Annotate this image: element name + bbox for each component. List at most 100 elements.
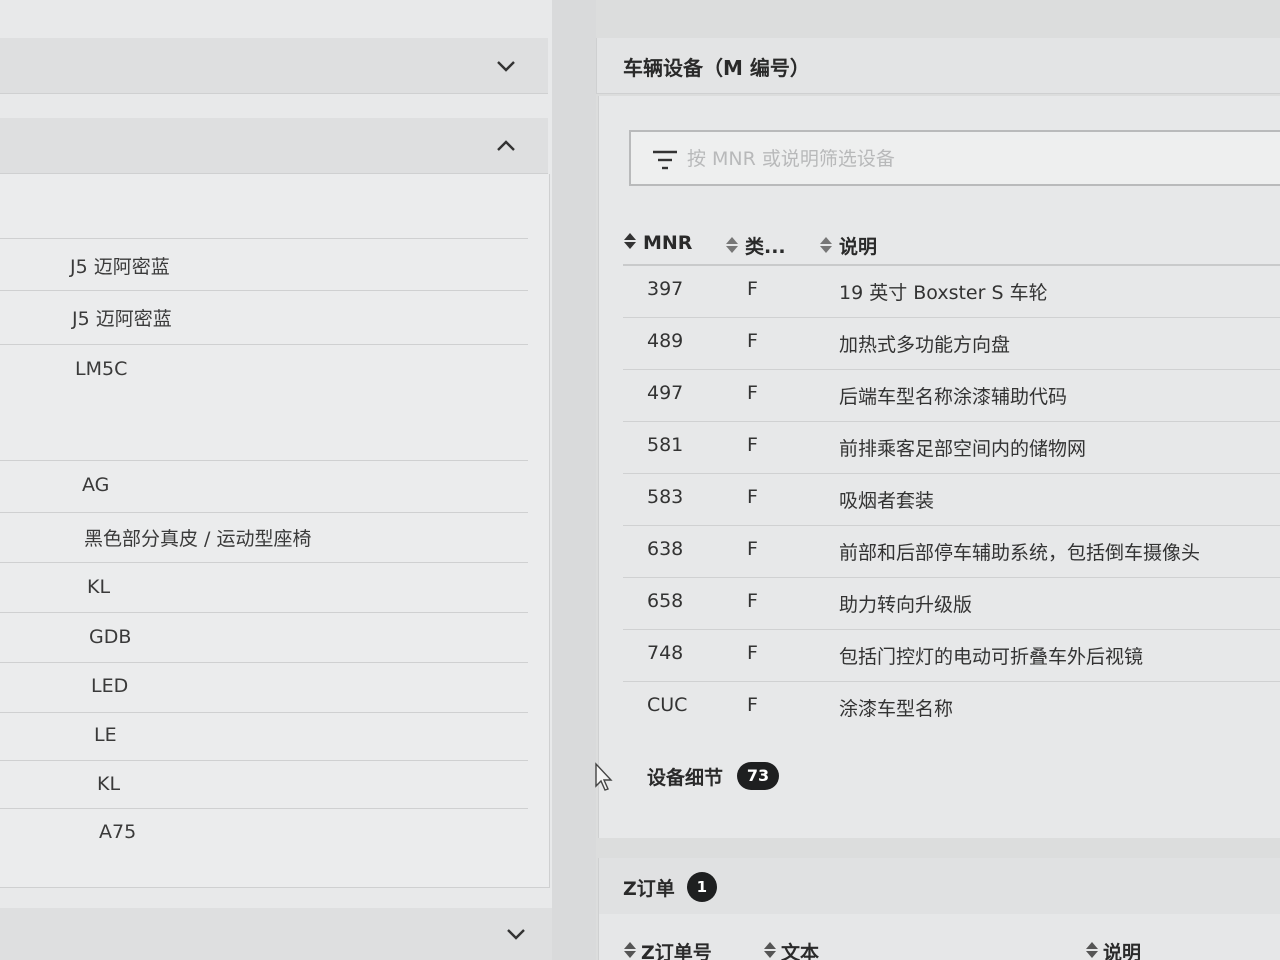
list-item: KL bbox=[97, 773, 121, 795]
z-order-count-badge: 1 bbox=[686, 872, 717, 902]
cell-type: F bbox=[747, 382, 758, 404]
column-header-label: 说明 bbox=[1103, 942, 1142, 960]
section-title: 车辆设备（M 编号） bbox=[623, 56, 810, 80]
cell-mnr: 658 bbox=[647, 590, 684, 612]
left-section-header-collapsed[interactable] bbox=[0, 38, 548, 94]
left-section-header-expanded[interactable] bbox=[0, 118, 548, 174]
column-header-label: 说明 bbox=[839, 236, 878, 258]
cell-desc: 涂漆车型名称 bbox=[839, 698, 954, 720]
table-row[interactable]: 397 F 19 英寸 Boxster S 车轮 bbox=[623, 266, 1280, 318]
chevron-up-icon[interactable] bbox=[494, 134, 518, 158]
table-row[interactable]: 583 F 吸烟者套装 bbox=[623, 474, 1280, 526]
column-header-label: 类... bbox=[745, 236, 786, 258]
column-header-label: MNR bbox=[643, 232, 693, 254]
z-order-table-header: Z订单号 文本 说明 bbox=[598, 914, 1280, 960]
cell-mnr: 581 bbox=[647, 434, 684, 456]
list-item: AG bbox=[82, 474, 110, 496]
cell-desc: 前部和后部停车辅助系统，包括倒车摄像头 bbox=[839, 542, 1201, 564]
sort-icon bbox=[623, 941, 637, 960]
column-header-mnr[interactable]: MNR bbox=[623, 232, 692, 255]
divider bbox=[0, 460, 528, 461]
filter-field[interactable] bbox=[629, 130, 1280, 186]
list-item: J5 迈阿密蓝 bbox=[72, 308, 172, 330]
sort-icon bbox=[725, 236, 739, 259]
cell-mnr: 748 bbox=[647, 642, 684, 664]
list-item: A75 bbox=[99, 821, 137, 843]
sort-icon bbox=[819, 236, 833, 259]
list-item: LED bbox=[91, 675, 129, 697]
cell-desc: 加热式多功能方向盘 bbox=[839, 334, 1011, 356]
table-row[interactable]: 497 F 后端车型名称涂漆辅助代码 bbox=[623, 370, 1280, 422]
list-item: KL bbox=[87, 576, 111, 598]
list-item: GDB bbox=[89, 626, 132, 648]
chevron-down-icon[interactable] bbox=[504, 922, 528, 946]
cell-mnr: 397 bbox=[647, 278, 684, 300]
list-item: LE bbox=[94, 724, 117, 746]
table-row[interactable]: 489 F 加热式多功能方向盘 bbox=[623, 318, 1280, 370]
table-row[interactable]: 748 F 包括门控灯的电动可折叠车外后视镜 bbox=[623, 630, 1280, 682]
table-row[interactable]: CUC F 涂漆车型名称 bbox=[623, 682, 1280, 734]
cell-mnr: CUC bbox=[647, 694, 688, 716]
sort-icon bbox=[1085, 941, 1099, 960]
cell-type: F bbox=[747, 278, 758, 300]
equipment-details-link[interactable]: 设备细节 73 bbox=[647, 762, 780, 790]
cell-desc: 包括门控灯的电动可折叠车外后视镜 bbox=[839, 646, 1144, 668]
details-label: 设备细节 bbox=[647, 766, 724, 789]
right-panel: 车辆设备（M 编号） MNR 类... bbox=[596, 0, 1280, 960]
cell-mnr: 497 bbox=[647, 382, 684, 404]
cell-type: F bbox=[747, 694, 758, 716]
z-order-title: Z订单 1 bbox=[623, 872, 717, 902]
mouse-cursor-icon bbox=[594, 762, 614, 792]
z-order-label: Z订单 bbox=[623, 877, 675, 900]
cell-desc: 吸烟者套装 bbox=[839, 490, 935, 512]
equipment-section-header: 车辆设备（M 编号） bbox=[596, 38, 1280, 94]
cell-desc: 19 英寸 Boxster S 车轮 bbox=[839, 282, 1048, 304]
divider bbox=[0, 808, 528, 809]
left-panel: J5 迈阿密蓝 J5 迈阿密蓝 LM5C AG 黑色部分真皮 / 运动型座椅 K… bbox=[0, 0, 552, 960]
cell-mnr: 489 bbox=[647, 330, 684, 352]
cell-type: F bbox=[747, 330, 758, 352]
sort-icon bbox=[623, 232, 637, 255]
divider bbox=[0, 760, 528, 761]
cell-desc: 后端车型名称涂漆辅助代码 bbox=[839, 386, 1068, 408]
cell-desc: 前排乘客足部空间内的储物网 bbox=[839, 438, 1087, 460]
divider bbox=[0, 290, 528, 291]
divider bbox=[0, 612, 528, 613]
list-item: LM5C bbox=[75, 358, 128, 380]
column-header-label: 文本 bbox=[781, 942, 820, 960]
sort-icon bbox=[763, 941, 777, 960]
list-item: J5 迈阿密蓝 bbox=[70, 256, 170, 278]
cell-type: F bbox=[747, 486, 758, 508]
column-header-desc[interactable]: 说明 bbox=[819, 232, 877, 259]
divider bbox=[0, 712, 528, 713]
cell-type: F bbox=[747, 434, 758, 456]
cell-desc: 助力转向升级版 bbox=[839, 594, 973, 616]
equipment-section-body: MNR 类... 说明 397 F 19 英寸 Boxster S 车轮 489… bbox=[598, 96, 1280, 838]
filter-icon bbox=[651, 148, 679, 172]
table-row[interactable]: 658 F 助力转向升级版 bbox=[623, 578, 1280, 630]
column-header-z-order-desc[interactable]: 说明 bbox=[1085, 938, 1141, 960]
list-item: 黑色部分真皮 / 运动型座椅 bbox=[84, 528, 312, 550]
column-header-label: Z订单号 bbox=[641, 942, 712, 960]
details-count-badge: 73 bbox=[737, 762, 780, 790]
column-header-z-order-number[interactable]: Z订单号 bbox=[623, 938, 712, 960]
chevron-down-icon[interactable] bbox=[494, 54, 518, 78]
z-order-section-header[interactable]: Z订单 1 bbox=[598, 858, 1280, 914]
divider bbox=[0, 344, 528, 345]
left-details-list: J5 迈阿密蓝 J5 迈阿密蓝 LM5C AG 黑色部分真皮 / 运动型座椅 K… bbox=[0, 174, 550, 888]
divider bbox=[0, 512, 528, 513]
cell-mnr: 638 bbox=[647, 538, 684, 560]
table-row[interactable]: 638 F 前部和后部停车辅助系统，包括倒车摄像头 bbox=[623, 526, 1280, 578]
cell-type: F bbox=[747, 590, 758, 612]
divider bbox=[0, 662, 528, 663]
filter-input[interactable] bbox=[687, 144, 1247, 174]
cell-type: F bbox=[747, 538, 758, 560]
cell-mnr: 583 bbox=[647, 486, 684, 508]
column-header-z-order-text[interactable]: 文本 bbox=[763, 938, 819, 960]
left-section-footer[interactable] bbox=[0, 908, 552, 960]
divider bbox=[0, 562, 528, 563]
column-header-type[interactable]: 类... bbox=[725, 232, 786, 259]
cell-type: F bbox=[747, 642, 758, 664]
divider bbox=[0, 238, 528, 239]
table-row[interactable]: 581 F 前排乘客足部空间内的储物网 bbox=[623, 422, 1280, 474]
